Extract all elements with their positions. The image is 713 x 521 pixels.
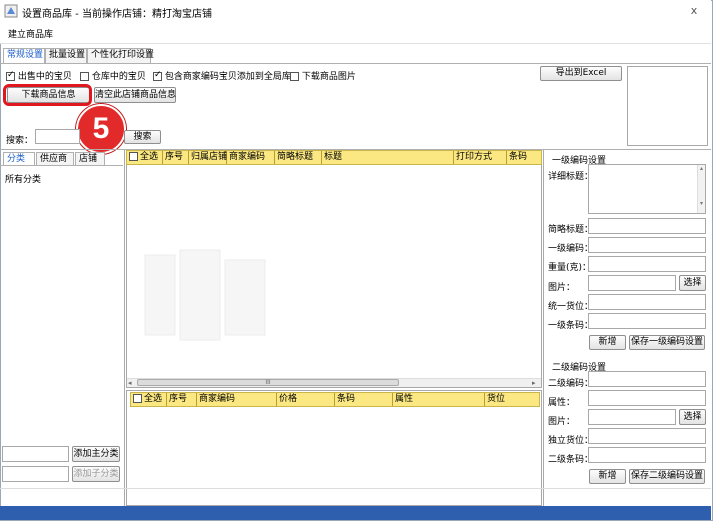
level1-barcode-label: 一级条码：	[548, 321, 594, 331]
search-button[interactable]: 搜索	[124, 130, 161, 144]
checkbox-sku-select-all[interactable]	[133, 394, 142, 403]
level1-barcode-input[interactable]	[588, 313, 706, 329]
search-label: 搜索：	[6, 136, 34, 146]
tab-divider	[0, 63, 711, 64]
highlight-frame	[3, 84, 92, 106]
level1-image-label: 图片：	[548, 283, 576, 293]
header-merchant-code[interactable]: 商家编码	[227, 151, 275, 164]
sub-category-input[interactable]	[2, 466, 69, 482]
checkbox-in-warehouse[interactable]	[80, 72, 89, 81]
level1-select-image-button[interactable]: 选择	[679, 275, 706, 291]
scroll-left-icon[interactable]: ◂	[128, 379, 136, 387]
level2-location-label: 独立货位：	[548, 436, 594, 446]
level2-select-image-button[interactable]: 选择	[679, 409, 706, 425]
sku-header-attribute[interactable]: 属性	[393, 393, 485, 406]
scroll-thumb[interactable]: III	[137, 379, 399, 386]
sku-header-select-all[interactable]: 全选	[131, 393, 167, 406]
level1-location-label: 统一货位：	[548, 302, 594, 312]
level1-weight-input[interactable]	[588, 256, 706, 272]
left-tab-line	[0, 165, 123, 166]
tree-root-item[interactable]: 所有分类	[5, 172, 41, 185]
title-bar: 设置商品库 - 当前操作店铺：精打淘宝店铺 x	[0, 0, 711, 22]
level1-new-button[interactable]: 新增	[589, 335, 626, 350]
level2-code-label: 二级编码：	[548, 379, 594, 389]
sku-header-location[interactable]: 货位	[485, 393, 539, 406]
sku-header-barcode[interactable]: 条码	[335, 393, 393, 406]
chevron-down-icon[interactable]: ▾	[698, 200, 705, 207]
tab-shop[interactable]: 店铺	[75, 152, 105, 165]
sku-header-index[interactable]: 序号	[167, 393, 197, 406]
tab-supplier[interactable]: 供应商	[36, 152, 74, 165]
option-in-warehouse-label: 仓库中的宝贝	[91, 72, 146, 82]
header-index[interactable]: 序号	[163, 151, 189, 164]
level2-attr-label: 属性：	[548, 398, 576, 408]
level2-code-input[interactable]	[588, 371, 706, 387]
bottom-divider	[0, 488, 711, 489]
tab-print[interactable]: 个性化打印设置	[87, 48, 154, 63]
header-short-title[interactable]: 简略标题	[275, 151, 322, 164]
window-title: 设置商品库 - 当前操作店铺：精打淘宝店铺	[22, 9, 212, 20]
save-level1-button[interactable]: 保存一级编码设置	[629, 335, 705, 350]
option-on-sale[interactable]: 出售中的宝贝	[6, 69, 72, 82]
level1-detail-title-input[interactable]	[588, 164, 706, 214]
option-on-sale-label: 出售中的宝贝	[17, 72, 72, 82]
step-badge: 5	[76, 104, 126, 154]
menu-bar: 建立商品库	[0, 22, 711, 44]
level2-barcode-label: 二级条码：	[548, 455, 594, 465]
option-download-images[interactable]: 下载商品图片	[290, 69, 356, 82]
sku-grid-header: 全选 序号 商家编码 价格 条码 属性 货位	[130, 392, 540, 407]
level1-code-input[interactable]	[588, 237, 706, 253]
level2-location-input[interactable]	[588, 428, 706, 444]
right-splitter[interactable]	[543, 150, 544, 506]
menu-build-library[interactable]: 建立商品库	[8, 27, 53, 40]
level1-image-input[interactable]	[588, 275, 676, 291]
checkbox-on-sale[interactable]	[6, 70, 15, 81]
preview-image-box	[627, 66, 708, 146]
level2-attr-input[interactable]	[588, 390, 706, 406]
tab-batch[interactable]: 批量设置	[45, 48, 87, 63]
checkbox-include-coded[interactable]	[153, 70, 162, 81]
search-input[interactable]	[35, 129, 80, 144]
option-in-warehouse[interactable]: 仓库中的宝贝	[80, 69, 146, 82]
level2-image-label: 图片：	[548, 417, 576, 427]
status-bar	[0, 506, 711, 520]
sku-header-merchant-code[interactable]: 商家编码	[197, 393, 277, 406]
add-main-category-button[interactable]: 添加主分类	[72, 446, 120, 462]
level1-detail-title-label: 详细标题：	[548, 172, 594, 182]
tab-category[interactable]: 分类	[3, 152, 35, 165]
header-barcode[interactable]: 条码	[507, 151, 541, 164]
chevron-up-icon[interactable]: ▴	[698, 165, 705, 172]
checkbox-download-images[interactable]	[290, 72, 299, 81]
header-title[interactable]: 标题	[322, 151, 454, 164]
header-select-all[interactable]: 全选	[127, 151, 163, 164]
save-level2-button[interactable]: 保存二级编码设置	[629, 469, 705, 484]
detail-title-scrollbar[interactable]: ▴ ▾	[697, 165, 705, 213]
level1-location-input[interactable]	[588, 294, 706, 310]
export-excel-button[interactable]: 导出到Excel	[540, 66, 622, 81]
level1-weight-label: 重量(克)：	[548, 263, 592, 273]
scroll-right-icon[interactable]: ▸	[532, 379, 540, 387]
product-grid-header: 全选 序号 归属店铺 商家编码 简略标题 标题 打印方式 条码	[126, 150, 542, 165]
add-sub-category-button[interactable]: 添加子分类	[72, 466, 120, 482]
tab-general[interactable]: 常规设置	[3, 48, 45, 64]
header-shop[interactable]: 归属店铺	[189, 151, 227, 164]
main-category-input[interactable]	[2, 446, 69, 462]
option-download-images-label: 下载商品图片	[301, 72, 356, 82]
sku-header-price[interactable]: 价格	[277, 393, 335, 406]
option-include-coded[interactable]: 包含商家编码宝贝添加到全局库	[153, 69, 291, 82]
option-include-coded-label: 包含商家编码宝贝添加到全局库	[164, 72, 291, 82]
level1-short-title-label: 简略标题：	[548, 225, 594, 235]
level1-short-title-input[interactable]	[588, 218, 706, 234]
left-splitter[interactable]	[124, 150, 125, 506]
level2-new-button[interactable]: 新增	[589, 469, 626, 484]
level2-barcode-input[interactable]	[588, 447, 706, 463]
close-button[interactable]: x	[684, 3, 704, 19]
level2-image-input[interactable]	[588, 409, 676, 425]
app-icon	[4, 4, 18, 18]
header-print-mode[interactable]: 打印方式	[454, 151, 507, 164]
level1-code-label: 一级编码：	[548, 244, 594, 254]
checkbox-select-all[interactable]	[129, 152, 138, 161]
watermark-logo	[144, 249, 266, 341]
clear-info-button[interactable]: 清空此店铺商品信息	[94, 87, 176, 103]
